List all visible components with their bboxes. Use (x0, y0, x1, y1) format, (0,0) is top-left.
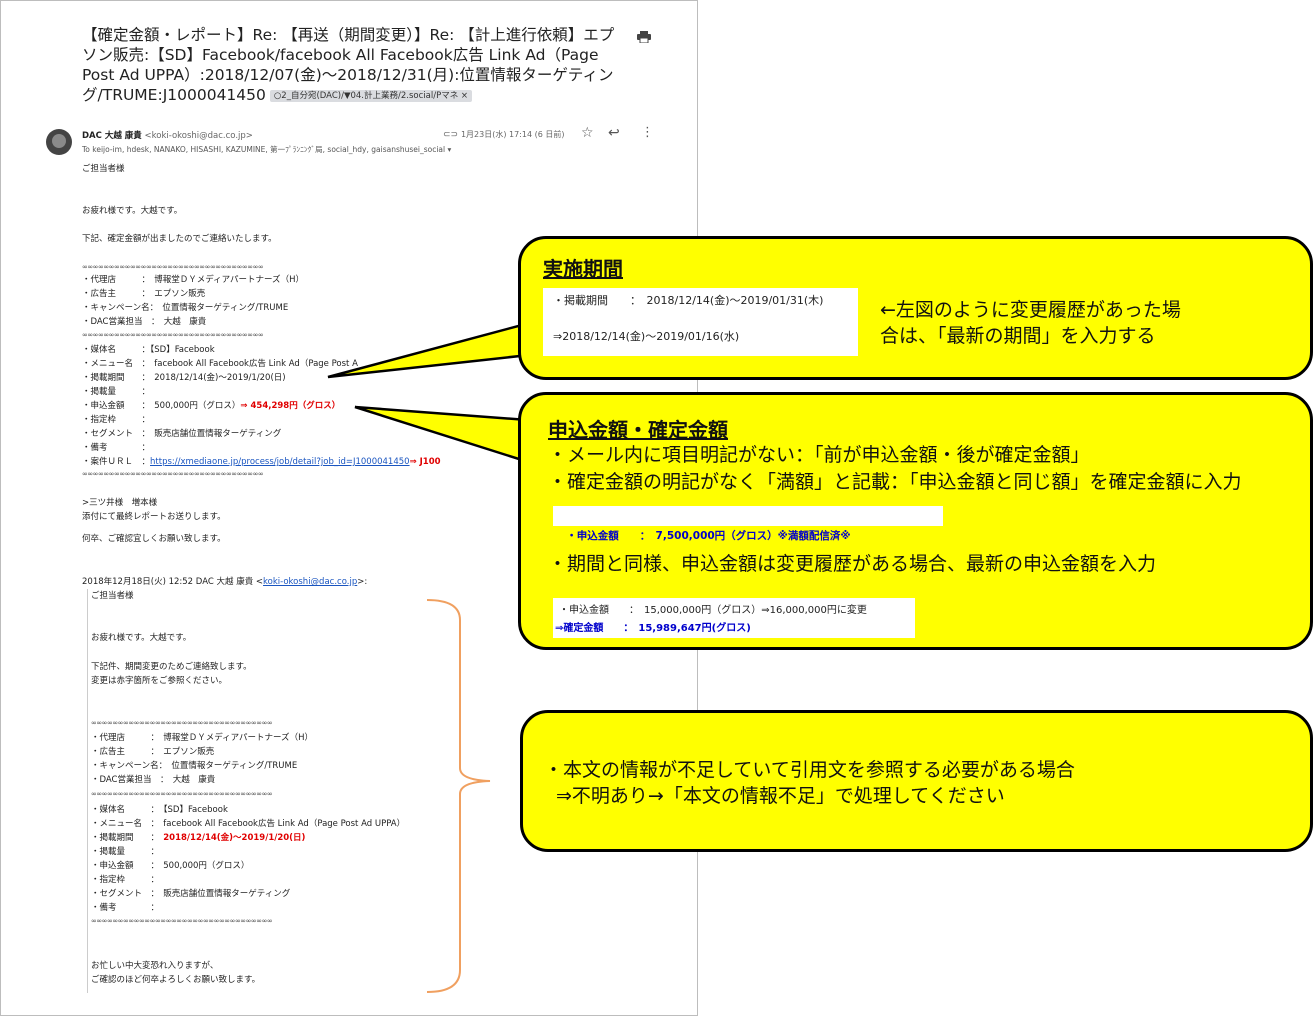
callout-period-text-2: 合は、「最新の期間」を入力する (880, 325, 1156, 347)
inset-amount-line: ・申込金額 ： 7,500,000円（グロス）※満額配信済※ (566, 530, 851, 542)
callout-period-text-1: ←左図のように変更履歴があった場 (880, 299, 1181, 321)
period-callout-pointer (327, 323, 524, 379)
callout-amount-title: 申込金額・確定金額 (548, 418, 728, 442)
quote-bracket (426, 599, 491, 993)
callout-amount-line-2: ・確定金額の明記がなく「満額」と記載：「申込金額と同じ額」を確定金額に入力 (548, 471, 1242, 493)
callout-period-title: 実施期間 (543, 257, 623, 281)
callout-amount-inset-1: ・申込金額 ： 7,500,000円（グロス）※満額配信済※ (553, 506, 943, 542)
inset-period-line-1: ・掲載期間 ： 2018/12/14(金)〜2019/01/31(木) (553, 294, 824, 307)
callout-amount-line-3: ・期間と同様、申込金額は変更履歴がある場合、最新の申込金額を入力 (548, 553, 1157, 575)
inset-amount-line-1: ・申込金額 ： 15,000,000円（グロス）⇒16,000,000円に変更 (559, 605, 867, 616)
callout-insufficient-line-1: ・本文の情報が不足していて引用文を参照する必要がある場合 (544, 759, 1075, 781)
callout-amount-line-1: ・メール内に項目明記がない：「前が申込金額・後が確定金額」 (548, 444, 1090, 466)
callout-amount-inset-2: ・申込金額 ： 15,000,000円（グロス）⇒16,000,000円に変更 … (553, 598, 915, 638)
amount-callout-pointer (354, 405, 530, 462)
inset-period-line-2: ⇒2018/12/14(金)〜2019/01/16(水) (553, 330, 740, 343)
inset-amount-line-2: ⇒確定金額 ： 15,989,647円(グロス) (555, 623, 751, 634)
callout-insufficient-line-2: ⇒不明あり→「本文の情報不足」で処理してください (556, 785, 1005, 807)
callout-period-inset: ・掲載期間 ： 2018/12/14(金)〜2019/01/31(木) ⇒201… (543, 288, 858, 356)
